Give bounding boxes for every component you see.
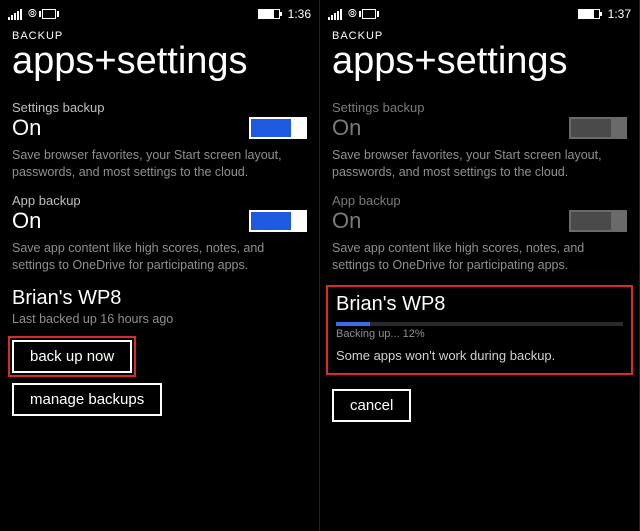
settings-backup-toggle[interactable] <box>569 117 627 139</box>
settings-backup-section: Settings backup On Save browser favorite… <box>0 92 319 185</box>
app-backup-toggle[interactable] <box>249 210 307 232</box>
battery-icon <box>258 9 280 19</box>
clock: 1:36 <box>288 7 311 21</box>
app-backup-desc: Save app content like high scores, notes… <box>12 236 307 274</box>
device-name: Brian's WP8 <box>12 287 307 310</box>
vibrate-icon <box>42 9 56 19</box>
app-backup-desc: Save app content like high scores, notes… <box>332 236 627 274</box>
app-backup-toggle[interactable] <box>569 210 627 232</box>
app-backup-value: On <box>332 208 361 234</box>
backup-progress-text: Backing up... 12% <box>336 326 623 340</box>
device-last-backup: Last backed up 16 hours ago <box>12 310 307 326</box>
page-title: apps+settings <box>320 42 639 92</box>
status-bar: ⦾ 1:36 <box>0 0 319 24</box>
phone-screen-right: ⦾ 1:37 BACKUP apps+settings Settings bac… <box>320 0 640 531</box>
signal-icon <box>328 8 342 20</box>
page-title: apps+settings <box>0 42 319 92</box>
wifi-icon: ⦾ <box>28 8 36 21</box>
settings-backup-label: Settings backup <box>12 100 307 115</box>
settings-backup-value: On <box>12 115 41 141</box>
manage-backups-button[interactable]: manage backups <box>12 383 162 416</box>
backup-note: Some apps won't work during backup. <box>336 340 623 363</box>
settings-backup-value: On <box>332 115 361 141</box>
backup-progress-bar <box>336 322 623 326</box>
backup-progress-section: Brian's WP8 Backing up... 12% Some apps … <box>326 285 633 375</box>
cancel-button[interactable]: cancel <box>332 389 411 422</box>
device-section: Brian's WP8 Last backed up 16 hours ago <box>0 277 319 326</box>
device-name: Brian's WP8 <box>336 293 623 316</box>
signal-icon <box>8 8 22 20</box>
settings-backup-desc: Save browser favorites, your Start scree… <box>332 143 627 181</box>
settings-backup-toggle[interactable] <box>249 117 307 139</box>
settings-backup-desc: Save browser favorites, your Start scree… <box>12 143 307 181</box>
battery-icon <box>578 9 600 19</box>
app-backup-label: App backup <box>12 193 307 208</box>
back-up-now-button[interactable]: back up now <box>12 340 132 373</box>
settings-backup-label: Settings backup <box>332 100 627 115</box>
app-backup-value: On <box>12 208 41 234</box>
app-backup-label: App backup <box>332 193 627 208</box>
vibrate-icon <box>362 9 376 19</box>
clock: 1:37 <box>608 7 631 21</box>
app-backup-section: App backup On Save app content like high… <box>0 185 319 278</box>
settings-backup-section: Settings backup On Save browser favorite… <box>320 92 639 185</box>
wifi-icon: ⦾ <box>348 8 356 21</box>
status-bar: ⦾ 1:37 <box>320 0 639 24</box>
phone-screen-left: ⦾ 1:36 BACKUP apps+settings Settings bac… <box>0 0 320 531</box>
app-backup-section: App backup On Save app content like high… <box>320 185 639 278</box>
